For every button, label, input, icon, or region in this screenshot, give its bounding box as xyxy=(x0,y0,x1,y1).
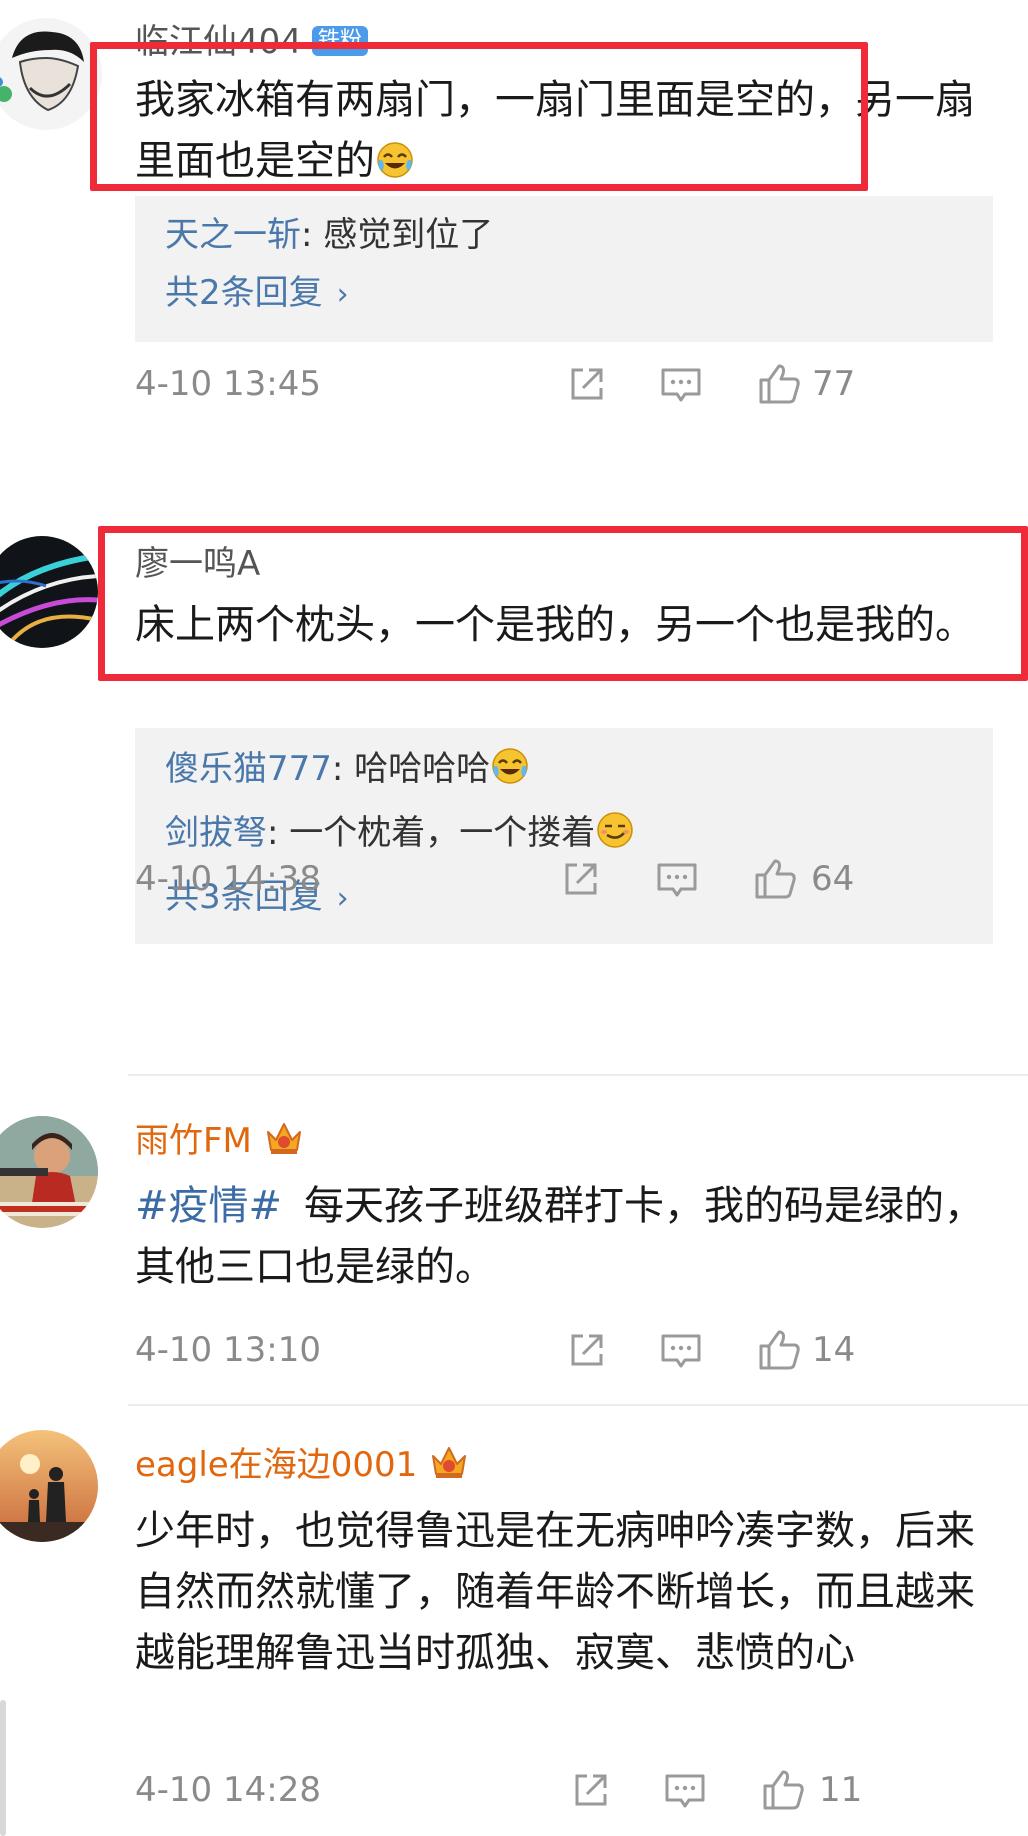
username[interactable]: eagle在海边0001 xyxy=(135,1442,471,1487)
like-count: 77 xyxy=(812,364,856,404)
thumbs-up-icon[interactable] xyxy=(755,1326,803,1374)
vip-crown-icon xyxy=(262,1118,306,1158)
comment-text: 床上两个枕头，一个是我的，另一个也是我的。 xyxy=(135,602,975,648)
repost-icon[interactable] xyxy=(563,1326,611,1374)
avatar[interactable] xyxy=(0,18,102,130)
laughing-tears-emoji xyxy=(490,746,530,786)
timestamp: 4-10 13:10 xyxy=(135,1330,321,1370)
reply-preview[interactable]: 傻乐猫777: 哈哈哈哈 剑拔弩: 一个枕着，一个搂着 共3条回复 › xyxy=(135,728,993,944)
thumbs-up-icon[interactable] xyxy=(759,1766,807,1814)
comment-text: 少年时，也觉得鲁迅是在无病呻吟凑字数，后来自然而然就懂了，随着年龄不断增长，而且… xyxy=(135,1508,975,1676)
thumbs-up-icon[interactable] xyxy=(755,360,803,408)
comment-icon[interactable] xyxy=(657,1326,705,1374)
reply-username[interactable]: 剑拔弩 xyxy=(165,813,267,853)
reply-username[interactable]: 天之一斩 xyxy=(165,215,301,255)
scroll-edge xyxy=(0,1700,6,1836)
vip-crown-icon xyxy=(427,1442,471,1482)
view-more-replies-link[interactable]: 共2条回复 › xyxy=(165,270,349,318)
smirk-emoji xyxy=(595,810,635,850)
chevron-right-icon: › xyxy=(336,277,349,312)
comment-icon[interactable] xyxy=(657,360,705,408)
comment-icon[interactable] xyxy=(653,855,701,903)
comment-item: 廖一鸣A 床上两个枕头，一个是我的，另一个也是我的。 傻乐猫777: 哈哈哈哈 … xyxy=(0,470,1028,1075)
avatar[interactable] xyxy=(0,536,98,648)
like-count: 14 xyxy=(812,1330,856,1370)
reply-item[interactable]: 天之一斩: 感觉到位了 xyxy=(165,212,493,258)
reply-username[interactable]: 傻乐猫777 xyxy=(165,749,332,789)
repost-icon[interactable] xyxy=(557,855,605,903)
comment-meta: 4-10 13:10 14 xyxy=(135,1322,995,1378)
comment-item: 临江仙404 铁粉 我家冰箱有两扇门，一扇门里面是空的，另一扇里面也是空的 天之一… xyxy=(0,0,1028,470)
like-count: 64 xyxy=(811,859,855,899)
avatar[interactable] xyxy=(0,1116,98,1228)
comment-meta: 4-10 13:45 77 xyxy=(135,356,995,412)
timestamp: 4-10 14:38 xyxy=(135,859,321,899)
comment-icon[interactable] xyxy=(661,1766,709,1814)
timestamp: 4-10 13:45 xyxy=(135,364,321,404)
comment-item: 雨竹FM #疫情# 每天孩子班级群打卡，我的码是绿的，其他三口也是绿的。 4-10… xyxy=(0,1076,1028,1414)
fan-badge: 铁粉 xyxy=(311,26,368,56)
reply-preview[interactable]: 天之一斩: 感觉到位了 共2条回复 › xyxy=(135,196,993,342)
comment-meta: 4-10 14:38 64 xyxy=(135,851,995,907)
laughing-tears-emoji xyxy=(375,140,415,180)
reply-item[interactable]: 剑拔弩: 一个枕着，一个搂着 xyxy=(165,810,635,856)
repost-icon[interactable] xyxy=(567,1766,615,1814)
timestamp: 4-10 14:28 xyxy=(135,1770,321,1810)
username[interactable]: 廖一鸣A xyxy=(135,542,260,586)
comment-item: eagle在海边0001 少年时，也觉得鲁迅是在无病呻吟凑字数，后来自然而然就懂… xyxy=(0,1406,1028,1836)
reply-item[interactable]: 傻乐猫777: 哈哈哈哈 xyxy=(165,746,530,792)
thumbs-up-icon[interactable] xyxy=(751,855,799,903)
hashtag-link[interactable]: #疫情# xyxy=(135,1183,282,1229)
username[interactable]: 雨竹FM xyxy=(135,1118,306,1163)
comment-text: #疫情# 每天孩子班级群打卡，我的码是绿的，其他三口也是绿的。 xyxy=(135,1183,985,1290)
like-count: 11 xyxy=(819,1770,863,1810)
repost-icon[interactable] xyxy=(563,360,611,408)
username[interactable]: 临江仙404 铁粉 xyxy=(135,20,368,64)
comment-text: 我家冰箱有两扇门，一扇门里面是空的，另一扇里面也是空的 xyxy=(135,77,975,184)
comment-meta: 4-10 14:28 11 xyxy=(135,1762,995,1818)
avatar[interactable] xyxy=(0,1430,98,1542)
